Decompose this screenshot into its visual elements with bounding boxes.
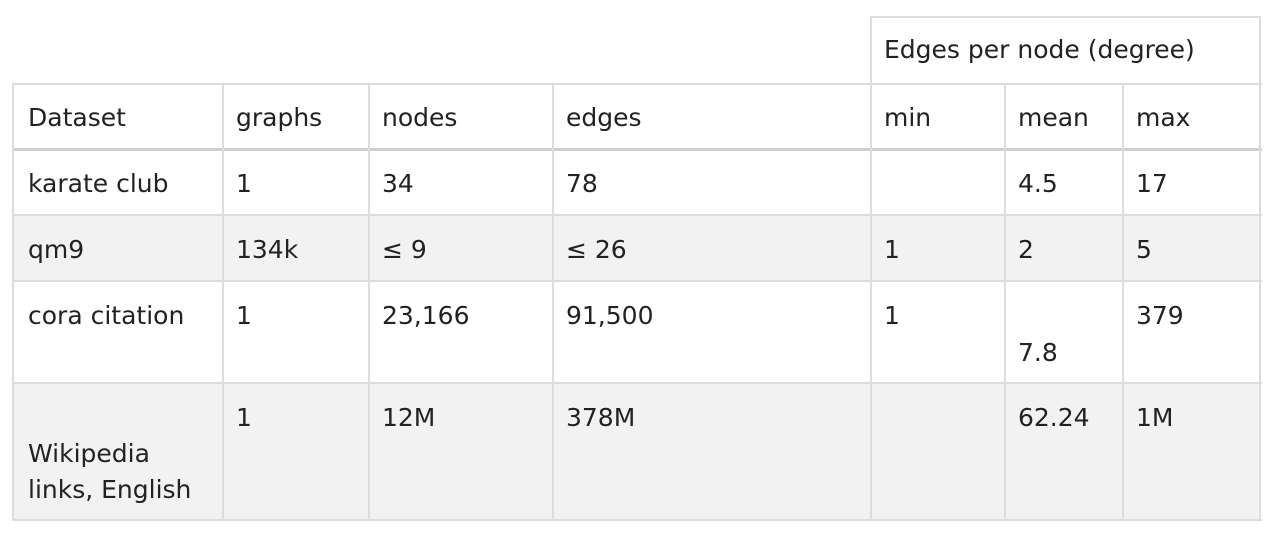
cell-mean: 62.24 [1018,403,1090,432]
cell-graphs: 134k [236,235,299,264]
cell-max: 17 [1136,169,1168,198]
cell-mean: 7.8 [1018,338,1058,367]
grid-line [12,280,1262,282]
cell-edges: 91,500 [566,301,654,330]
group-header-degree: Edges per node (degree) [884,35,1195,64]
cell-edges: ≤ 26 [566,235,627,264]
cell-graphs: 1 [236,403,252,432]
cell-dataset: qm9 [28,235,85,264]
cell-nodes: 34 [382,169,414,198]
column-header-max: max [1136,103,1191,132]
grid-line [12,382,1262,384]
cell-nodes: 23,166 [382,301,470,330]
cell-min: 1 [884,235,900,264]
column-header-dataset: Dataset [28,103,126,132]
cell-graphs: 1 [236,301,252,330]
column-header-min: min [884,103,932,132]
grid-line [12,214,1262,216]
cell-nodes: 12M [382,403,436,432]
column-header-mean: mean [1018,103,1089,132]
cell-min: 1 [884,301,900,330]
cell-dataset: Wikipedia links, English [28,439,192,504]
cell-dataset: karate club [28,169,169,198]
cell-mean: 2 [1018,235,1034,264]
cell-edges: 78 [566,169,598,198]
column-header-edges: edges [566,103,642,132]
cell-edges: 378M [566,403,636,432]
cell-max: 5 [1136,235,1152,264]
cell-max: 1M [1136,403,1174,432]
header-rule [12,148,1262,151]
grid-line [1004,83,1006,521]
cell-dataset: cora citation [28,301,185,330]
column-header-graphs: graphs [236,103,323,132]
cell-graphs: 1 [236,169,252,198]
cell-mean: 4.5 [1018,169,1058,198]
grid-line [12,519,1262,521]
cell-max: 379 [1136,301,1184,330]
grid-line [1259,83,1261,521]
column-header-nodes: nodes [382,103,458,132]
grid-line [12,83,1262,85]
cell-nodes: ≤ 9 [382,235,427,264]
degree-stats-table: Edges per node (degree) Dataset graphs n… [0,0,1272,542]
